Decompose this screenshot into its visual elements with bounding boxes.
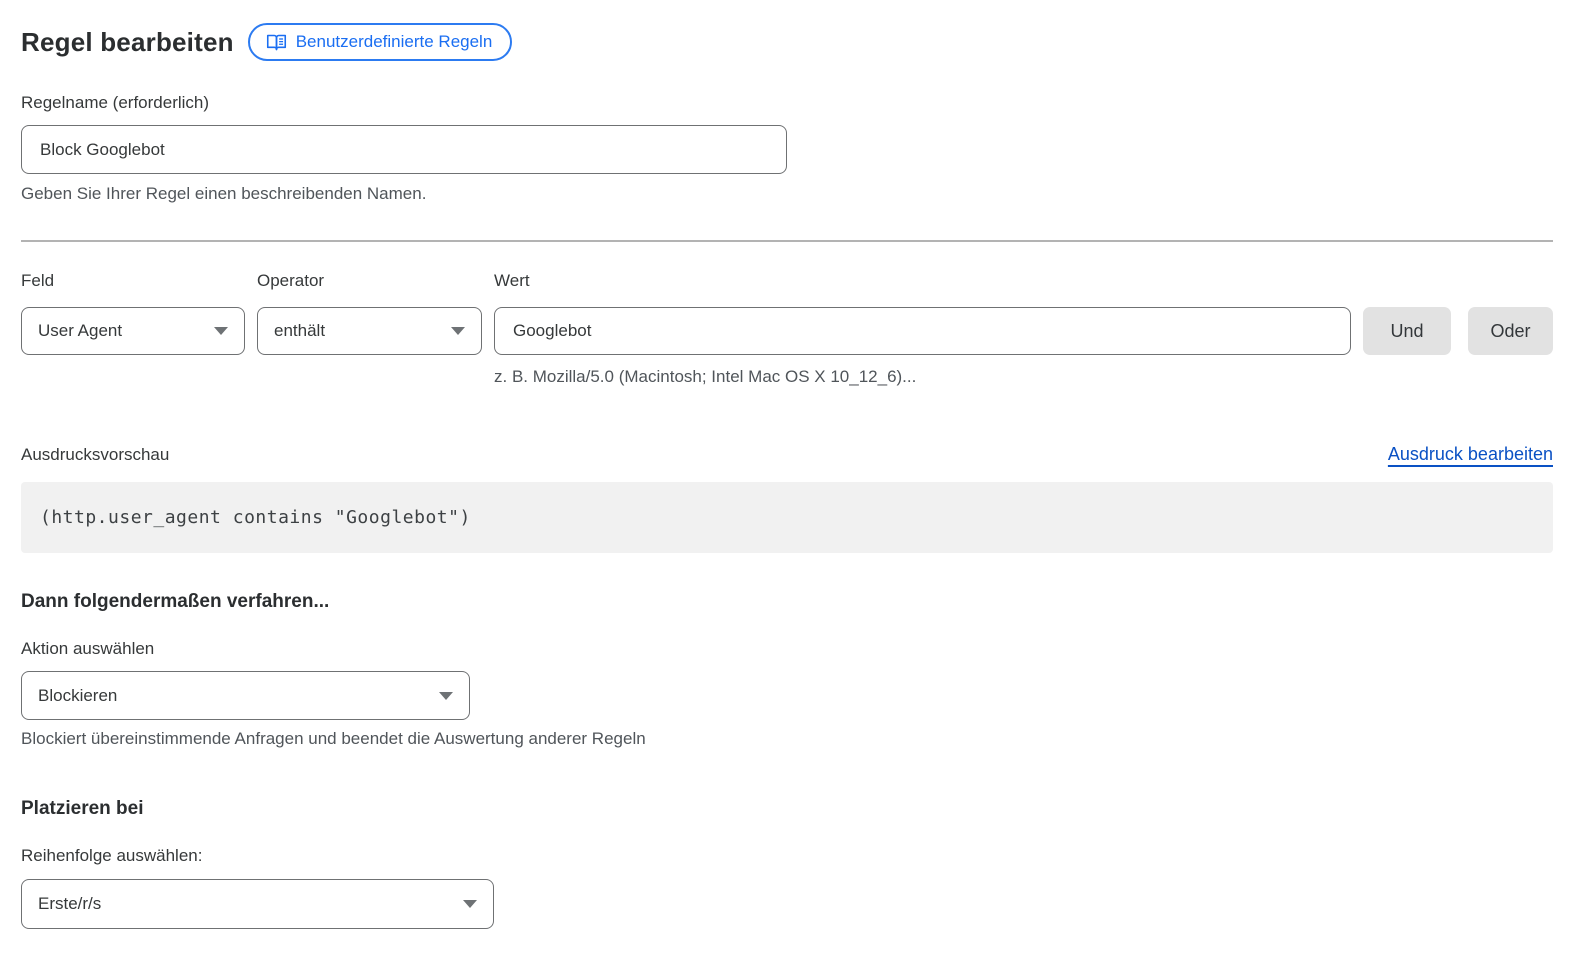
custom-rules-docs-button[interactable]: Benutzerdefinierte Regeln: [248, 23, 513, 61]
expression-header: Ausdrucksvorschau Ausdruck bearbeiten: [21, 444, 1553, 465]
rule-name-label: Regelname (erforderlich): [21, 93, 1553, 113]
expression-code-block: (http.user_agent contains "Googlebot"): [21, 482, 1553, 553]
condition-field-group: Feld User Agent: [21, 271, 245, 355]
placement-select-value: Erste/r/s: [38, 894, 101, 914]
placement-label: Reihenfolge auswählen:: [21, 846, 1553, 866]
custom-rules-docs-label: Benutzerdefinierte Regeln: [296, 32, 493, 52]
section-divider: [21, 240, 1553, 242]
rule-name-helper: Geben Sie Ihrer Regel einen beschreibend…: [21, 184, 1553, 204]
open-book-icon: [266, 33, 287, 52]
field-label: Feld: [21, 271, 245, 291]
expression-code: (http.user_agent contains "Googlebot"): [40, 507, 471, 528]
and-button[interactable]: Und: [1363, 307, 1451, 355]
placement-order-select[interactable]: Erste/r/s: [21, 879, 494, 929]
chevron-down-icon: [439, 692, 453, 700]
action-select-value: Blockieren: [38, 686, 117, 706]
action-heading: Dann folgendermaßen verfahren...: [21, 591, 1553, 613]
value-input[interactable]: [494, 307, 1351, 355]
value-label: Wert: [494, 271, 1351, 291]
condition-operator-group: Operator enthält: [257, 271, 482, 355]
chevron-down-icon: [463, 900, 477, 908]
chevron-down-icon: [214, 327, 228, 335]
field-select[interactable]: User Agent: [21, 307, 245, 355]
condition-value-group: Wert z. B. Mozilla/5.0 (Macintosh; Intel…: [494, 271, 1351, 387]
field-select-value: User Agent: [38, 321, 122, 341]
action-select[interactable]: Blockieren: [21, 671, 470, 720]
rule-name-input[interactable]: [21, 125, 787, 174]
rule-name-section: Regelname (erforderlich) Geben Sie Ihrer…: [21, 93, 1553, 204]
page-title: Regel bearbeiten: [21, 27, 234, 58]
chevron-down-icon: [451, 327, 465, 335]
action-section: Dann folgendermaßen verfahren... Aktion …: [21, 591, 1553, 749]
operator-select-value: enthält: [274, 321, 325, 341]
value-helper: z. B. Mozilla/5.0 (Macintosh; Intel Mac …: [494, 367, 1351, 387]
action-label: Aktion auswählen: [21, 639, 1553, 659]
page-header: Regel bearbeiten Benutzerdefinierte Rege…: [21, 23, 1553, 61]
condition-row: Feld User Agent Operator enthält Wert z.…: [21, 271, 1553, 387]
edit-expression-link[interactable]: Ausdruck bearbeiten: [1388, 444, 1553, 465]
operator-select[interactable]: enthält: [257, 307, 482, 355]
expression-preview-label: Ausdrucksvorschau: [21, 445, 169, 465]
action-helper: Blockiert übereinstimmende Anfragen und …: [21, 729, 1553, 749]
placement-heading: Platzieren bei: [21, 798, 1553, 820]
operator-label: Operator: [257, 271, 482, 291]
rule-editor-page: Regel bearbeiten Benutzerdefinierte Rege…: [0, 0, 1570, 929]
placement-section: Platzieren bei Reihenfolge auswählen: Er…: [21, 798, 1553, 929]
or-button[interactable]: Oder: [1468, 307, 1553, 355]
